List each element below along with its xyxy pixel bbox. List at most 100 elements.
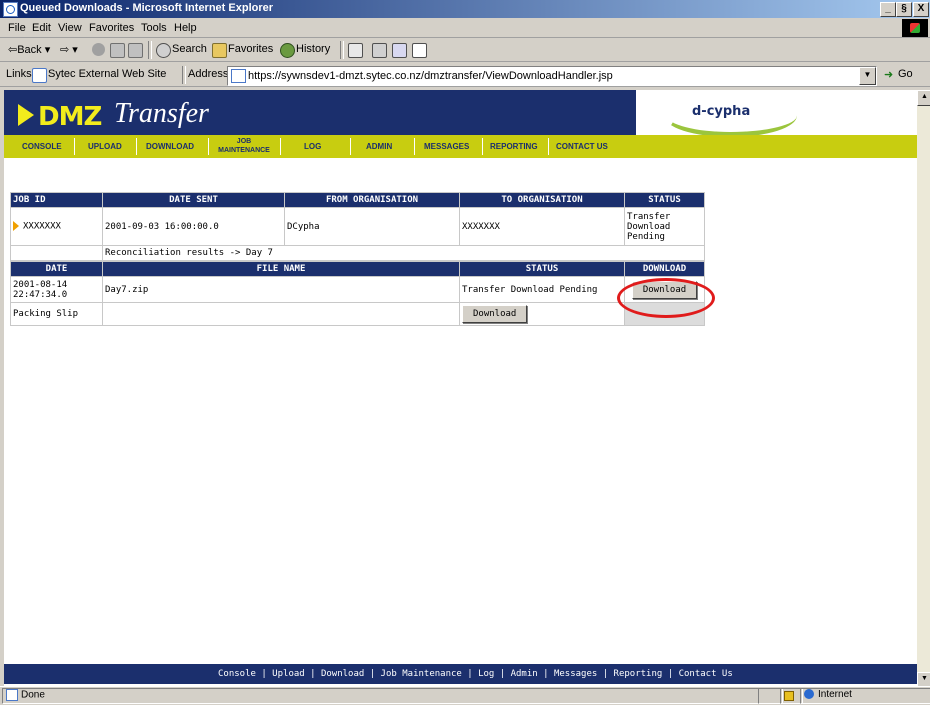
search-button[interactable]: Search bbox=[172, 43, 207, 55]
history-icon[interactable] bbox=[280, 43, 295, 58]
job-id: XXXXXXX bbox=[23, 221, 61, 232]
packing-slip-download-cell: Download bbox=[459, 302, 625, 326]
job-id-cell[interactable]: XXXXXXX bbox=[10, 207, 103, 246]
highlight-circle bbox=[617, 278, 715, 318]
forward-button[interactable]: ⇨ ▾ bbox=[60, 43, 78, 56]
menu-edit[interactable]: Edit bbox=[32, 22, 51, 34]
menu-tools[interactable]: Tools bbox=[141, 22, 167, 34]
zone-text: Internet bbox=[818, 689, 852, 700]
discuss-icon[interactable] bbox=[412, 43, 427, 58]
site-nav: CONSOLE UPLOAD DOWNLOAD JOB MAINTENANCE … bbox=[4, 135, 917, 158]
nav-download[interactable]: DOWNLOAD bbox=[146, 142, 194, 151]
history-button[interactable]: History bbox=[296, 43, 330, 55]
minimize-button[interactable]: _ bbox=[880, 2, 896, 17]
col-download: DOWNLOAD bbox=[624, 261, 705, 277]
reconciliation-spacer bbox=[10, 245, 103, 261]
maximize-button[interactable]: § bbox=[896, 2, 912, 17]
vertical-scrollbar[interactable]: ▲ ▼ bbox=[917, 90, 930, 688]
address-toolbar: Links Sytec External Web Site Address ht… bbox=[0, 63, 930, 87]
packing-slip-label: Packing Slip bbox=[10, 302, 103, 326]
menu-help[interactable]: Help bbox=[174, 22, 197, 34]
mail-icon[interactable] bbox=[348, 43, 363, 58]
toolbar-separator bbox=[182, 66, 186, 84]
page-viewport: DMZ Transfer d-cypha CONSOLE UPLOAD DOWN… bbox=[4, 90, 917, 686]
scroll-up-icon[interactable]: ▲ bbox=[917, 90, 930, 106]
menu-bar: File Edit View Favorites Tools Help bbox=[0, 18, 930, 38]
reconciliation-label: Reconciliation results -> Day 7 bbox=[102, 245, 705, 261]
site-banner: DMZ Transfer d-cypha bbox=[4, 90, 917, 137]
file-status: Transfer Download Pending bbox=[459, 276, 625, 303]
file-name: Day7.zip bbox=[102, 276, 460, 303]
close-button[interactable]: X bbox=[913, 2, 929, 17]
col-job-id: JOB ID bbox=[10, 192, 103, 208]
col-file-status: STATUS bbox=[459, 261, 625, 277]
standard-toolbar: ⇦Back ▾ ⇨ ▾ Search Favorites History bbox=[0, 38, 930, 62]
nav-messages[interactable]: MESSAGES bbox=[424, 142, 469, 151]
date-sent: 2001-09-03 16:00:00.0 bbox=[102, 207, 285, 246]
footer-links[interactable]: Console | Upload | Download | Job Mainte… bbox=[218, 669, 733, 679]
arrow-right-icon bbox=[13, 221, 19, 232]
chevron-down-icon[interactable]: ▼ bbox=[859, 67, 876, 85]
padlock-shape bbox=[784, 691, 794, 701]
back-button[interactable]: ⇦Back ▾ bbox=[8, 43, 50, 56]
windows-logo-icon bbox=[902, 19, 928, 37]
page-icon bbox=[231, 69, 246, 83]
col-status: STATUS bbox=[624, 192, 705, 208]
ie-link-icon bbox=[32, 68, 47, 83]
nav-divider bbox=[548, 138, 549, 155]
title-bar: Queued Downloads - Microsoft Internet Ex… bbox=[0, 0, 930, 18]
link-sytec-external[interactable]: Sytec External Web Site bbox=[48, 68, 166, 80]
edit-icon[interactable] bbox=[392, 43, 407, 58]
nav-divider bbox=[208, 138, 209, 155]
nav-upload[interactable]: UPLOAD bbox=[88, 142, 122, 151]
menu-favorites[interactable]: Favorites bbox=[89, 22, 134, 34]
go-arrow-icon[interactable]: ➜ bbox=[884, 68, 893, 81]
nav-job-maintenance[interactable]: JOB MAINTENANCE bbox=[212, 137, 276, 155]
menu-file[interactable]: File bbox=[8, 22, 26, 34]
nav-divider bbox=[350, 138, 351, 155]
nav-divider bbox=[280, 138, 281, 155]
address-url: https://sywnsdev1-dmzt.sytec.co.nz/dmztr… bbox=[248, 70, 613, 82]
table-row: 2001-08-14 22:47:34.0 Day7.zip Transfer … bbox=[10, 276, 705, 303]
job-header-row: JOB ID DATE SENT FROM ORGANISATION TO OR… bbox=[10, 192, 705, 208]
packing-slip-row: Packing Slip Download bbox=[10, 302, 705, 326]
search-icon[interactable] bbox=[156, 43, 171, 58]
nav-log[interactable]: LOG bbox=[304, 142, 321, 151]
nav-contact-us[interactable]: CONTACT US bbox=[556, 142, 608, 151]
favorites-button[interactable]: Favorites bbox=[228, 43, 273, 55]
favorites-icon[interactable] bbox=[212, 43, 227, 58]
home-icon[interactable] bbox=[128, 43, 143, 58]
address-label: Address bbox=[188, 68, 229, 80]
menu-view[interactable]: View bbox=[58, 22, 82, 34]
nav-reporting[interactable]: REPORTING bbox=[490, 142, 538, 151]
nav-divider bbox=[136, 138, 137, 155]
globe-icon bbox=[804, 689, 814, 700]
dmztransfer-logo[interactable]: DMZ Transfer bbox=[18, 98, 318, 134]
refresh-icon[interactable] bbox=[110, 43, 125, 58]
stop-icon[interactable] bbox=[92, 43, 105, 56]
col-date: DATE bbox=[10, 261, 103, 277]
ie-window-icon bbox=[3, 2, 18, 17]
nav-job-bottom: MAINTENANCE bbox=[218, 147, 270, 154]
job-status: Transfer Download Pending bbox=[624, 207, 705, 246]
col-from-org: FROM ORGANISATION bbox=[284, 192, 460, 208]
packing-slip-download-button[interactable]: Download bbox=[462, 305, 528, 323]
chevron-right-icon bbox=[18, 104, 34, 126]
files-header-row: DATE FILE NAME STATUS DOWNLOAD bbox=[10, 261, 705, 277]
nav-admin[interactable]: ADMIN bbox=[366, 142, 392, 151]
from-organisation: DCypha bbox=[284, 207, 460, 246]
nav-divider bbox=[414, 138, 415, 155]
nav-console[interactable]: CONSOLE bbox=[22, 142, 62, 151]
col-date-sent: DATE SENT bbox=[102, 192, 285, 208]
packing-slip-empty bbox=[102, 302, 460, 326]
toolbar-separator bbox=[148, 41, 152, 59]
nav-job-top: JOB bbox=[236, 138, 252, 145]
file-date: 2001-08-14 22:47:34.0 bbox=[10, 276, 103, 303]
window-title: Queued Downloads - Microsoft Internet Ex… bbox=[20, 2, 274, 14]
address-input[interactable]: https://sywnsdev1-dmzt.sytec.co.nz/dmztr… bbox=[227, 66, 877, 86]
job-table: JOB ID DATE SENT FROM ORGANISATION TO OR… bbox=[10, 192, 705, 261]
print-icon[interactable] bbox=[372, 43, 387, 58]
downloads-table: JOB ID DATE SENT FROM ORGANISATION TO OR… bbox=[10, 192, 705, 326]
status-bar: Done Internet bbox=[0, 686, 930, 704]
go-button[interactable]: Go bbox=[898, 68, 913, 80]
